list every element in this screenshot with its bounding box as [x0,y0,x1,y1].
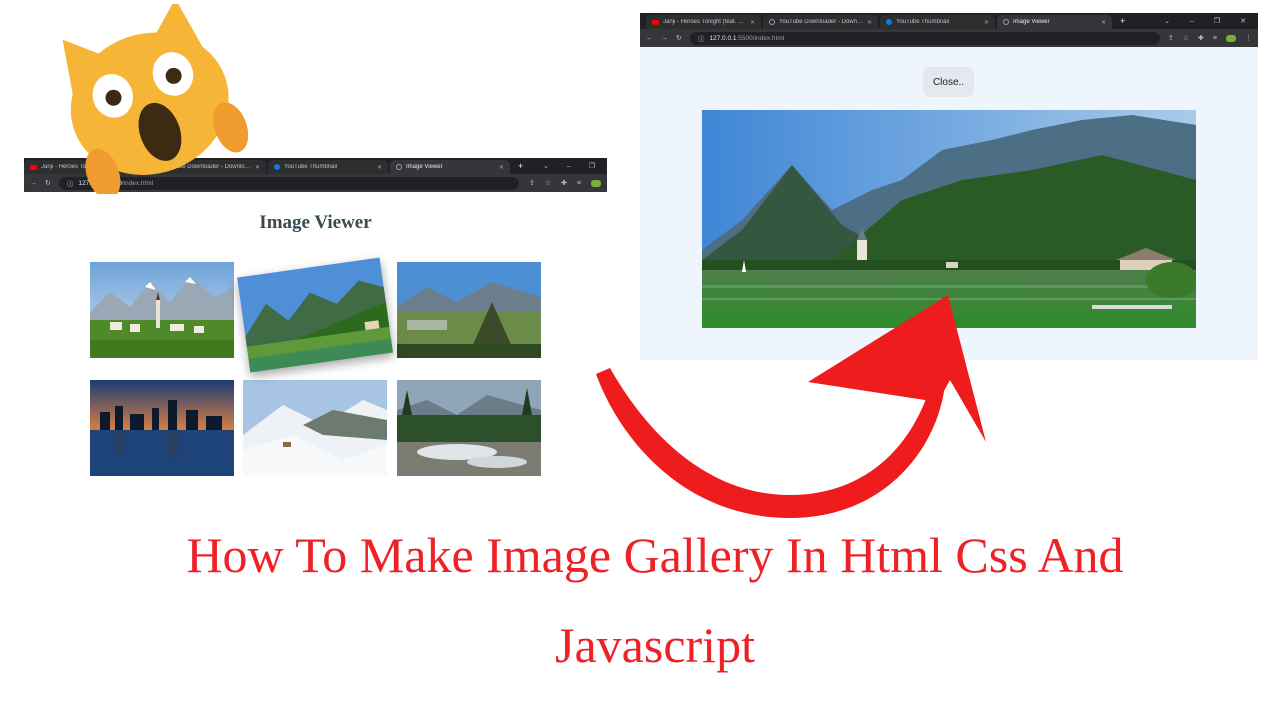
new-tab-button[interactable]: + [1114,16,1131,26]
window-controls: ⌄ – ❐ ✕ [1164,17,1258,26]
close-window-button[interactable]: ✕ [1240,17,1246,25]
gallery-image-snow[interactable] [243,380,387,476]
restore-button[interactable]: ❐ [589,162,595,170]
tab-search-icon[interactable]: ⌄ [1164,17,1170,25]
blue-globe-icon [886,19,892,25]
globe-icon [769,19,775,25]
close-icon[interactable]: ✕ [255,164,260,171]
tab-label: YouTube Thumbnail [284,164,338,170]
window-controls: ⌄ – ❐ [543,162,607,171]
gallery-image-city-night[interactable] [90,380,234,476]
url-host: 127.0.0.1 [709,34,737,42]
headline-line-2: Javascript [555,617,755,673]
share-icon[interactable]: ⇪ [1168,34,1174,42]
tab-label: YouTube Thumbnail [896,19,950,25]
minimize-button[interactable]: – [567,163,571,170]
tab-youtube-thumbnail[interactable]: YouTube Thumbnail ✕ [880,15,995,29]
toolbar-icons: ⇪ ☆ ✚ ≡ [529,179,601,187]
scared-cat-emoji [48,0,251,199]
tab-label: Janji - Heroes Tonight (feat. Joh... [663,19,746,25]
image-viewer-page: Image Viewer [24,192,607,504]
gallery-image-lake-hovered[interactable] [237,257,393,373]
close-icon[interactable]: ✕ [1101,19,1106,26]
close-button[interactable]: Close.. [923,67,974,97]
extensions-icon[interactable]: ✚ [1198,34,1204,42]
close-icon[interactable]: ✕ [867,19,872,26]
forward-icon[interactable]: → [661,35,668,42]
bookmark-star-icon[interactable]: ☆ [1183,34,1189,42]
tab-strip: Janji - Heroes Tonight (feat. Joh... ✕ Y… [640,13,1258,29]
tab-image-viewer[interactable]: Image Viewer ✕ [997,15,1112,29]
info-icon: ⓘ [697,36,705,43]
back-icon[interactable]: ← [646,35,653,42]
toolbar: ← → ↻ ⓘ 127.0.0.1 :5500/index.html ⇪ ☆ ✚… [640,29,1258,47]
reading-list-icon[interactable]: ≡ [577,180,581,187]
extensions-icon[interactable]: ✚ [561,179,567,187]
forward-icon[interactable]: → [30,180,37,187]
profile-avatar-icon[interactable] [1226,34,1236,42]
url-path: :5500/index.html [736,34,785,42]
youtube-icon [652,19,659,25]
close-icon[interactable]: ✕ [750,19,755,26]
blue-globe-icon [274,164,280,170]
reload-icon[interactable]: ↻ [676,34,682,42]
red-curved-arrow [590,290,1000,525]
tab-label: Image Viewer [406,164,443,170]
close-icon[interactable]: ✕ [984,19,989,26]
tab-youtube-downloader[interactable]: YouTube Downloader - Downl... ✕ [763,15,878,29]
new-tab-button[interactable]: + [512,161,529,171]
bookmark-star-icon[interactable]: ☆ [545,179,551,187]
share-icon[interactable]: ⇪ [529,179,535,187]
tab-label: Image Viewer [1013,19,1050,25]
gallery-image-valley[interactable] [397,262,541,358]
address-bar[interactable]: ⓘ 127.0.0.1 :5500/index.html [689,31,1160,45]
youtube-icon [30,164,37,170]
close-icon[interactable]: ✕ [377,164,382,171]
menu-kebab-icon[interactable]: ⋮ [1245,34,1252,42]
profile-avatar-icon[interactable] [591,179,601,187]
gallery-image-river[interactable] [397,380,541,476]
left-browser-window: Janji - Heroes Tonight (feat. Joh... ✕ Y… [24,158,607,504]
gallery-image-village[interactable] [90,262,234,358]
globe-icon [396,164,402,170]
toolbar-icons: ⇪ ☆ ✚ ≡ ⋮ [1168,34,1252,42]
tab-label: YouTube Downloader - Downl... [779,19,863,25]
tab-image-viewer[interactable]: Image Viewer ✕ [390,160,510,174]
minimize-button[interactable]: – [1190,18,1194,25]
restore-button[interactable]: ❐ [1214,17,1220,25]
headline-line-1: How To Make Image Gallery In Html Css An… [186,527,1124,583]
tab-janji[interactable]: Janji - Heroes Tonight (feat. Joh... ✕ [646,15,761,29]
page-title: Image Viewer [259,212,372,233]
tab-search-icon[interactable]: ⌄ [543,162,549,170]
close-icon[interactable]: ✕ [499,164,504,171]
globe-icon [1003,19,1009,25]
reading-list-icon[interactable]: ≡ [1213,35,1217,42]
tab-youtube-thumbnail[interactable]: YouTube Thumbnail ✕ [268,160,388,174]
